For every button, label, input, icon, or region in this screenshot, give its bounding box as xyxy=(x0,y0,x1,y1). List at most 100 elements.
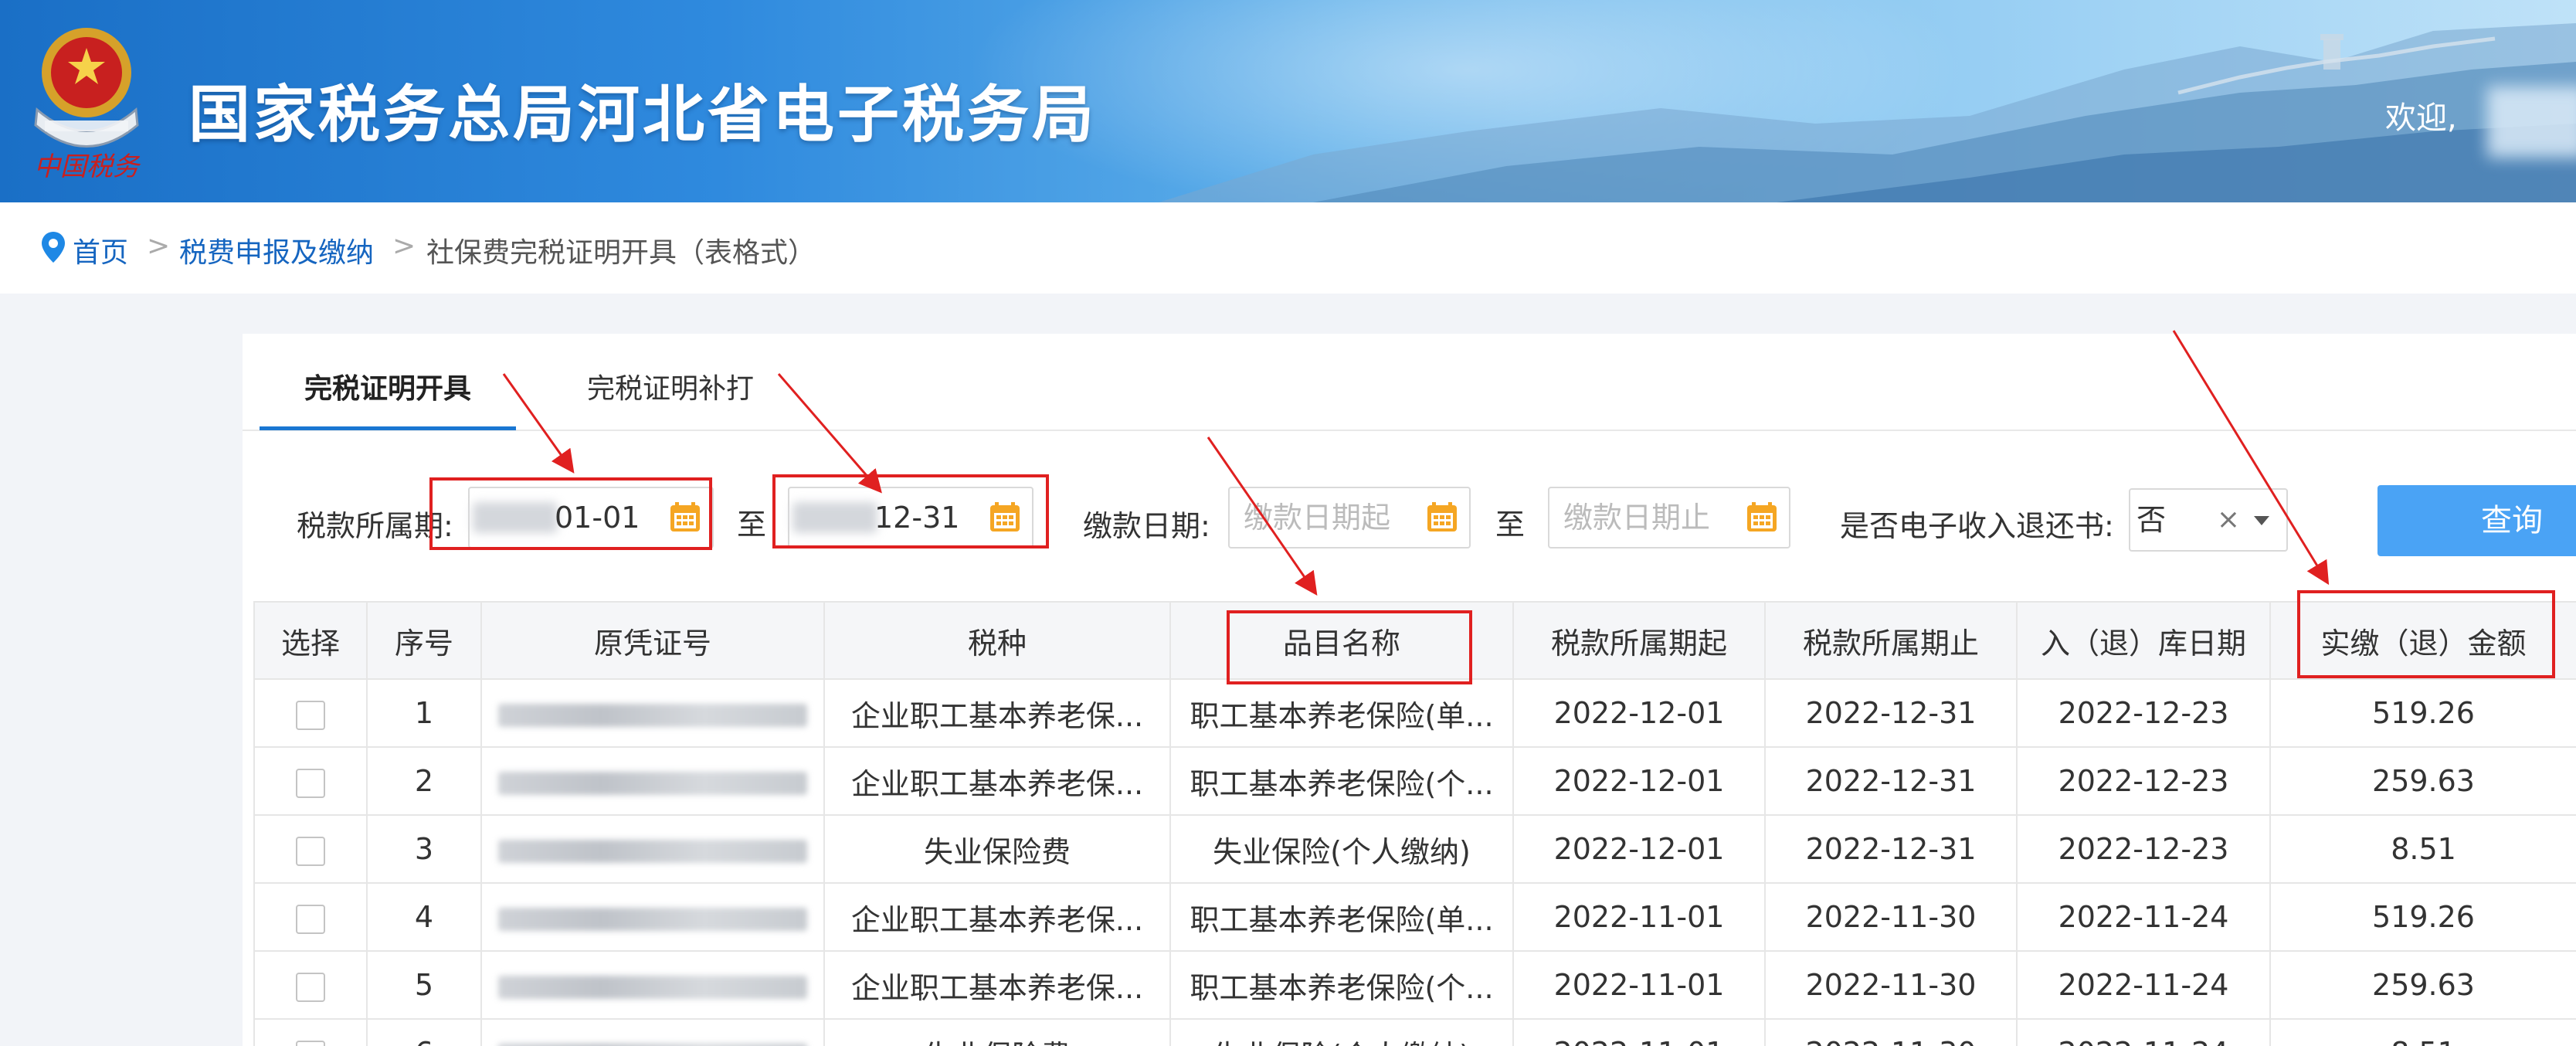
row-checkbox[interactable] xyxy=(296,768,325,798)
row-period-start: 2022-12-01 xyxy=(1512,746,1766,816)
redacted-voucher-no xyxy=(498,703,807,727)
tax-period-end-value: 12-31 xyxy=(874,501,960,535)
tab-certificate-issue[interactable]: 完税证明开具 xyxy=(304,366,471,406)
calendar-icon[interactable] xyxy=(1746,501,1778,533)
tax-period-end-input[interactable]: 12-31 xyxy=(788,487,1033,548)
pay-date-start-placeholder: 缴款日期起 xyxy=(1244,501,1391,535)
row-tax-type: 失业保险费 xyxy=(823,814,1171,884)
row-period-end: 2022-12-31 xyxy=(1764,678,2018,748)
tab-bar: 完税证明开具 完税证明补打 xyxy=(243,334,2576,431)
row-amount: 259.63 xyxy=(2269,746,2576,816)
calendar-icon[interactable] xyxy=(669,501,701,533)
row-period-start: 2022-12-01 xyxy=(1512,814,1766,884)
active-tab-indicator xyxy=(260,426,516,430)
row-tax-type: 失业保险费 xyxy=(823,1018,1171,1046)
row-select-cell xyxy=(253,1018,368,1046)
emblem-caption: 中国税务 xyxy=(34,151,141,182)
tax-emblem-icon: 中国税务 xyxy=(34,28,141,182)
row-index: 6 xyxy=(366,1018,482,1046)
breadcrumb-section-link[interactable]: 税费申报及缴纳 xyxy=(179,230,374,270)
tax-period-label: 税款所属期: xyxy=(297,509,453,543)
caret-down-icon[interactable] xyxy=(2254,516,2269,525)
row-checkbox[interactable] xyxy=(296,1040,325,1046)
row-storage-date: 2022-12-23 xyxy=(2016,678,2271,748)
row-amount: 259.63 xyxy=(2269,950,2576,1020)
row-storage-date: 2022-11-24 xyxy=(2016,882,2271,952)
redacted-voucher-no xyxy=(498,975,807,999)
row-period-start: 2022-11-01 xyxy=(1512,1018,1766,1046)
row-select-cell xyxy=(253,950,368,1020)
row-index: 5 xyxy=(366,950,482,1020)
row-voucher-no xyxy=(480,882,825,952)
breadcrumb: 首页 > 税费申报及缴纳 > 社保费完税证明开具（表格式） xyxy=(0,202,2576,294)
row-storage-date: 2022-11-24 xyxy=(2016,950,2271,1020)
table-row[interactable]: 1 企业职工基本养老保... 职工基本养老保险(单... 2022-12-01 … xyxy=(253,678,2576,748)
row-voucher-no xyxy=(480,814,825,884)
calendar-icon[interactable] xyxy=(989,501,1021,533)
refund-voucher-select[interactable]: 否 × xyxy=(2129,488,2288,552)
row-voucher-no xyxy=(480,950,825,1020)
row-amount: 519.26 xyxy=(2269,678,2576,748)
pay-date-label: 缴款日期: xyxy=(1083,509,1210,543)
tab-certificate-reprint[interactable]: 完税证明补打 xyxy=(587,366,754,406)
row-tax-type: 企业职工基本养老保... xyxy=(823,882,1171,952)
row-index: 1 xyxy=(366,678,482,748)
table-row[interactable]: 5 企业职工基本养老保... 职工基本养老保险(个... 2022-11-01 … xyxy=(253,950,2576,1020)
row-voucher-no xyxy=(480,678,825,748)
redacted-voucher-no xyxy=(498,771,807,795)
redacted-year xyxy=(792,502,877,533)
row-item-name: 失业保险(个人缴纳) xyxy=(1169,1018,1514,1046)
breadcrumb-home-link[interactable]: 首页 xyxy=(73,230,128,270)
col-header-amount: 实缴（退）金额 xyxy=(2269,601,2576,680)
row-period-start: 2022-11-01 xyxy=(1512,950,1766,1020)
row-tax-type: 企业职工基本养老保... xyxy=(823,678,1171,748)
calendar-icon[interactable] xyxy=(1426,501,1458,533)
pay-date-start-input[interactable]: 缴款日期起 xyxy=(1228,487,1471,548)
row-period-end: 2022-12-31 xyxy=(1764,814,2018,884)
row-tax-type: 企业职工基本养老保... xyxy=(823,746,1171,816)
refund-voucher-value: 否 xyxy=(2136,503,2167,537)
row-tax-type: 企业职工基本养老保... xyxy=(823,950,1171,1020)
row-item-name: 职工基本养老保险(单... xyxy=(1169,882,1514,952)
row-voucher-no xyxy=(480,746,825,816)
pay-date-end-input[interactable]: 缴款日期止 xyxy=(1548,487,1790,548)
row-index: 2 xyxy=(366,746,482,816)
col-header-index: 序号 xyxy=(366,601,482,680)
welcome-text: 欢迎, xyxy=(2385,100,2457,136)
row-amount: 519.26 xyxy=(2269,882,2576,952)
table-row[interactable]: 2 企业职工基本养老保... 职工基本养老保险(个... 2022-12-01 … xyxy=(253,746,2576,816)
row-checkbox[interactable] xyxy=(296,904,325,934)
row-item-name: 职工基本养老保险(个... xyxy=(1169,950,1514,1020)
row-amount: 8.51 xyxy=(2269,1018,2576,1046)
row-item-name: 职工基本养老保险(单... xyxy=(1169,678,1514,748)
row-period-end: 2022-11-30 xyxy=(1764,882,2018,952)
row-select-cell xyxy=(253,678,368,748)
col-header-period-start: 税款所属期起 xyxy=(1512,601,1766,680)
tax-period-start-value: 01-01 xyxy=(555,501,640,535)
clear-icon[interactable]: × xyxy=(2217,490,2240,550)
redacted-voucher-no xyxy=(498,839,807,863)
col-header-select: 选择 xyxy=(253,601,368,680)
row-select-cell xyxy=(253,814,368,884)
row-checkbox[interactable] xyxy=(296,700,325,730)
row-checkbox[interactable] xyxy=(296,972,325,1002)
refund-voucher-label: 是否电子收入退还书: xyxy=(1840,509,2114,543)
redacted-voucher-no xyxy=(498,907,807,931)
row-checkbox[interactable] xyxy=(296,836,325,866)
row-index: 3 xyxy=(366,814,482,884)
site-header: 中国税务 国家税务总局河北省电子税务局 欢迎, xyxy=(0,0,2576,202)
table-row[interactable]: 4 企业职工基本养老保... 职工基本养老保险(单... 2022-11-01 … xyxy=(253,882,2576,952)
row-period-start: 2022-12-01 xyxy=(1512,678,1766,748)
row-period-start: 2022-11-01 xyxy=(1512,882,1766,952)
col-header-tax-type: 税种 xyxy=(823,601,1171,680)
row-voucher-no xyxy=(480,1018,825,1046)
row-storage-date: 2022-12-23 xyxy=(2016,746,2271,816)
table-row[interactable]: 3 失业保险费 失业保险(个人缴纳) 2022-12-01 2022-12-31… xyxy=(253,814,2576,884)
query-button[interactable]: 查询 xyxy=(2377,485,2576,556)
breadcrumb-separator: > xyxy=(392,230,416,262)
to-label: 至 xyxy=(1495,508,1526,542)
tax-period-start-input[interactable]: 01-01 xyxy=(468,487,714,548)
table-row[interactable]: 6 失业保险费 失业保险(个人缴纳) 2022-11-01 2022-11-30… xyxy=(253,1018,2576,1046)
results-table: 选择 序号 原凭证号 税种 品目名称 税款所属期起 税款所属期止 入（退）库日期… xyxy=(253,601,2576,1046)
row-item-name: 职工基本养老保险(个... xyxy=(1169,746,1514,816)
